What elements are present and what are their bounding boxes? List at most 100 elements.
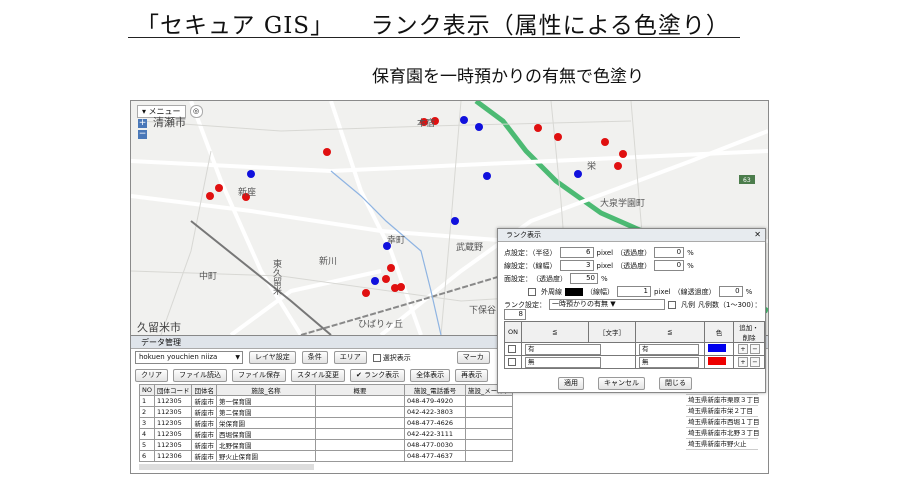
outline-checkbox[interactable]: [528, 287, 536, 296]
horizontal-scrollbar[interactable]: [139, 464, 314, 470]
page-title: 「セキュア GIS」 ランク表示（属性による色塗り）: [136, 6, 730, 40]
outline-color-swatch[interactable]: [565, 287, 583, 296]
table-row[interactable]: 2 112305 新座市 第二保育園 042-422-3803: [139, 406, 514, 418]
column-header[interactable]: 概要: [314, 384, 405, 396]
pixel-unit: pixel: [654, 287, 671, 296]
data-table: NO 団体コード 団体名 施設_名称 概要 施設_電話番号 施設_メールア 11…: [139, 384, 514, 462]
col-color: 色: [704, 321, 734, 343]
rule-color-swatch[interactable]: [708, 344, 726, 352]
dialog-title-bar: ランク表示 ✕: [498, 229, 765, 242]
rule-from-input[interactable]: 有: [525, 343, 601, 355]
col-on: ON: [504, 321, 522, 343]
rank-display-dialog: ランク表示 ✕ 点設定：（半径） 6 pixel （透過度） 0 % 線設定：（…: [497, 228, 766, 393]
column-header[interactable]: 団体名: [191, 384, 217, 396]
remove-icon[interactable]: −: [750, 357, 760, 367]
app-screenshot: 63 ▾ メニュー ◎ + − 清瀬市 新座 本宿 栄 大泉学園町 新川 武蔵野…: [130, 100, 769, 474]
address-cell[interactable]: 埼玉県新座市野火止: [686, 439, 758, 450]
rank-field-select[interactable]: 一時預かりの有無 ▼: [549, 299, 665, 310]
column-header[interactable]: NO: [139, 384, 155, 396]
marker-button[interactable]: マーカ: [456, 351, 490, 364]
remove-icon[interactable]: −: [750, 344, 760, 354]
table-row[interactable]: 3 112305 新座市 栄保育園 048-477-4626: [139, 417, 514, 429]
percent-unit: %: [601, 274, 608, 283]
table-row[interactable]: 1 112305 新座市 第一保育園 048-479-4920: [139, 395, 514, 407]
legend-checkbox[interactable]: [668, 300, 676, 309]
rule-color-swatch[interactable]: [708, 357, 726, 365]
data-manager-toolbar: hokuen youchien niiza ▼ レイヤ設定 条件 エリア 選択表示…: [135, 351, 490, 364]
line-transparency-input[interactable]: 0: [654, 260, 685, 271]
condition-button[interactable]: 条件: [301, 351, 328, 364]
line-width-input[interactable]: 3: [559, 260, 594, 271]
layer-select[interactable]: hokuen youchien niiza ▼: [135, 351, 243, 364]
outline-width-input[interactable]: 1: [617, 286, 651, 297]
rank-rule-row: 無 無 + −: [504, 355, 765, 369]
apply-button[interactable]: 適用: [558, 377, 584, 390]
select-display-toggle[interactable]: 選択表示: [372, 353, 411, 363]
title-main: ランク表示（属性による色塗り）: [370, 13, 730, 39]
address-cell[interactable]: 埼玉県新座市西堀１丁目: [686, 417, 760, 428]
rule-on-checkbox[interactable]: [508, 345, 516, 353]
address-column: 埼玉県新座市東１丁目 埼玉県新座市栗原３丁目 埼玉県新座市栄２丁目 埼玉県新座市…: [686, 384, 760, 450]
place-label: 本宿: [417, 119, 436, 129]
check-icon: ✔: [356, 371, 365, 379]
col-edit: 追加・削除: [733, 321, 765, 343]
column-header[interactable]: 団体コード: [153, 384, 193, 396]
table-row[interactable]: 4 112305 新座市 西堀保育園 042-422-3111: [139, 428, 514, 440]
point-transparency-input[interactable]: 0: [654, 247, 685, 258]
style-change-button[interactable]: スタイル変更: [291, 369, 345, 382]
address-cell[interactable]: 埼玉県新座市北野３丁目: [686, 428, 760, 439]
place-label: 清瀬市: [153, 116, 186, 129]
table-header-row: NO 団体コード 団体名 施設_名称 概要 施設_電話番号 施設_メールア: [139, 384, 514, 396]
rule-from-input[interactable]: 無: [525, 356, 601, 368]
rule-to-input[interactable]: 有: [639, 343, 699, 355]
add-icon[interactable]: +: [738, 344, 748, 354]
column-header[interactable]: 施設_名称: [215, 384, 316, 396]
place-label: 下保谷: [469, 306, 497, 316]
address-cell[interactable]: 埼玉県新座市栄２丁目: [686, 406, 758, 417]
file-load-button[interactable]: ファイル読込: [173, 369, 227, 382]
column-header[interactable]: 施設_電話番号: [403, 384, 466, 396]
close-button[interactable]: 閉じる: [659, 377, 692, 390]
rule-to-input[interactable]: 無: [639, 356, 699, 368]
rank-table-header: ON ≦ ［文字］ ≦ 色 追加・削除: [504, 321, 765, 343]
place-label: 大泉学園町: [600, 199, 646, 209]
outline-transparency-label: （線透過度）: [673, 287, 716, 296]
place-label: 東久留米: [273, 260, 283, 297]
col-text: ［文字］: [588, 321, 636, 343]
point-radius-input[interactable]: 6: [559, 247, 594, 258]
line-setting-label: 線設定：（線幅）: [504, 261, 557, 270]
route-badge: 63: [743, 177, 751, 184]
file-save-button[interactable]: ファイル保存: [232, 369, 286, 382]
data-manager-actions: クリア ファイル読込 ファイル保存 スタイル変更 ✔ ランク表示 全体表示 再表…: [135, 369, 489, 382]
add-icon[interactable]: +: [738, 357, 748, 367]
rank-setting-row: ランク設定： 一時預かりの有無 ▼ 凡例 凡例数（1〜300）：: [504, 299, 761, 310]
cancel-button[interactable]: キャンセル: [598, 377, 645, 390]
pixel-unit: pixel: [596, 261, 614, 270]
show-all-button[interactable]: 全体表示: [410, 369, 451, 382]
layer-settings-button[interactable]: レイヤ設定: [249, 351, 296, 364]
zoom-out-button[interactable]: −: [138, 130, 147, 139]
legend-count-input[interactable]: 8: [504, 309, 526, 320]
clear-button[interactable]: クリア: [135, 369, 168, 382]
legend-count-row: 8: [504, 309, 526, 320]
area-transparency-input[interactable]: 50: [570, 273, 598, 284]
zoom-controls: + −: [138, 119, 147, 139]
outline-transparency-input[interactable]: 0: [718, 286, 743, 297]
table-row[interactable]: 6 112306 新座市 野火止保育園 048-477-4637: [139, 450, 514, 462]
place-label: 新座: [238, 188, 257, 198]
area-button[interactable]: エリア: [333, 351, 367, 364]
redisplay-button[interactable]: 再表示: [455, 369, 489, 382]
table-row[interactable]: 5 112305 新座市 北野保育園 048-477-0030: [139, 439, 514, 451]
address-cell[interactable]: 埼玉県新座市栗原３丁目: [686, 395, 760, 406]
point-setting-row: 点設定：（半径） 6 pixel （透過度） 0 %: [504, 247, 694, 258]
checkbox-icon[interactable]: [372, 353, 381, 362]
rank-display-button[interactable]: ✔ ランク表示: [350, 369, 406, 382]
zoom-in-button[interactable]: +: [138, 119, 147, 128]
rank-rule-row: 有 有 + −: [504, 342, 765, 356]
legend-label: 凡例: [681, 300, 695, 309]
close-icon[interactable]: ✕: [754, 229, 761, 241]
location-icon[interactable]: ◎: [189, 105, 203, 118]
rule-on-checkbox[interactable]: [508, 358, 516, 366]
place-label: ひばりヶ丘: [358, 320, 404, 330]
percent-unit: %: [687, 261, 694, 270]
